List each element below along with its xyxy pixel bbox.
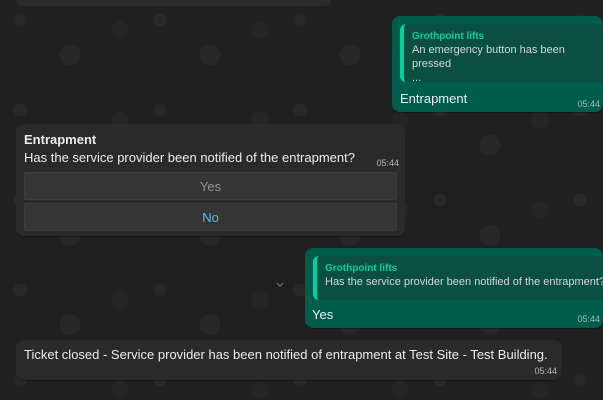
message-time: 05:44	[577, 314, 600, 324]
quote-sender: Grothpoint lifts	[325, 263, 398, 274]
chevron-down-icon[interactable]	[275, 280, 285, 290]
message-text: Entrapment	[400, 91, 468, 106]
incoming-message-question[interactable]: Entrapment Has the service provider been…	[16, 124, 405, 236]
message-time: 05:44	[534, 366, 557, 376]
outgoing-message-entrapment[interactable]: Grothpoint lifts An emergency button has…	[392, 16, 603, 112]
message-title: Entrapment	[24, 132, 97, 147]
quote-text: Has the service provider been notified o…	[325, 276, 603, 288]
message-text: Ticket closed - Service provider has bee…	[24, 347, 548, 362]
outgoing-message-yes[interactable]: Grothpoint lifts Has the service provide…	[305, 248, 603, 328]
message-text: Yes	[312, 307, 334, 322]
message-body: Has the service provider been notified o…	[24, 150, 355, 165]
message-time: 05:44	[376, 158, 399, 168]
reply-yes-button[interactable]: Yes	[24, 172, 397, 200]
message-time: 05:44	[577, 99, 600, 109]
quote-text: An emergency button has been pressed ...	[412, 44, 565, 84]
quoted-message[interactable]: Grothpoint lifts Has the service provide…	[313, 256, 603, 300]
quote-sender: Grothpoint lifts	[412, 31, 485, 42]
quoted-message[interactable]: Grothpoint lifts An emergency button has…	[400, 24, 603, 84]
reply-no-button[interactable]: No	[24, 203, 397, 231]
previous-message-edge	[16, 0, 331, 6]
incoming-message-ticket-closed[interactable]: Ticket closed - Service provider has bee…	[16, 340, 562, 380]
